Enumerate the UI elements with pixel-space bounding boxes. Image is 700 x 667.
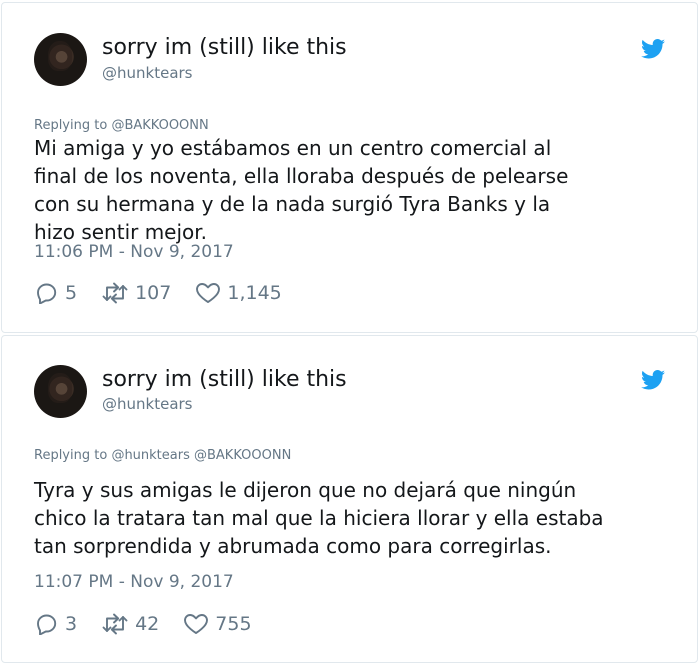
retweet-icon — [102, 282, 128, 304]
reply-icon — [37, 614, 57, 635]
display-name[interactable]: sorry im (still) like this — [102, 367, 347, 392]
tweet-text: Tyra y sus amigas le dijeron que no deja… — [34, 478, 604, 558]
retweet-button[interactable]: 107 — [101, 280, 171, 306]
retweet-button[interactable]: 42 — [101, 611, 159, 637]
tweet-timestamp[interactable]: 11:07 PM - Nov 9, 2017 — [34, 572, 234, 592]
avatar[interactable] — [34, 33, 87, 86]
reply-icon — [37, 283, 57, 304]
tweet-card[interactable]: sorry im (still) like this @hunktears Re… — [1, 335, 698, 663]
tweet-actions: 5 107 1,145 — [34, 280, 306, 306]
reply-mention-link[interactable]: @BAKKOOONN — [111, 118, 208, 133]
replying-prefix: Replying to — [34, 118, 108, 133]
reply-button[interactable]: 3 — [34, 611, 77, 637]
retweet-icon — [102, 613, 128, 635]
retweet-count: 42 — [135, 613, 160, 635]
avatar[interactable] — [34, 365, 87, 418]
heart-icon — [184, 614, 209, 634]
like-button[interactable]: 1,145 — [195, 280, 282, 306]
user-handle[interactable]: @hunktears — [102, 64, 193, 82]
reply-count: 5 — [65, 282, 78, 304]
replying-prefix: Replying to — [34, 448, 108, 463]
display-name[interactable]: sorry im (still) like this — [102, 35, 347, 60]
reply-button[interactable]: 5 — [34, 280, 77, 306]
replying-to: Replying to @hunktears @BAKKOOONN — [34, 448, 291, 463]
reply-count: 3 — [65, 613, 78, 635]
user-handle[interactable]: @hunktears — [102, 395, 193, 413]
like-count: 1,145 — [227, 282, 282, 304]
like-button[interactable]: 755 — [183, 611, 252, 637]
reply-mention-link[interactable]: @hunktears @BAKKOOONN — [111, 448, 291, 463]
twitter-bird-icon[interactable] — [641, 370, 665, 390]
like-count: 755 — [215, 613, 252, 635]
replying-to: Replying to @BAKKOOONN — [34, 118, 209, 133]
heart-icon — [196, 283, 221, 303]
retweet-count: 107 — [135, 282, 172, 304]
tweet-actions: 3 42 755 — [34, 611, 276, 637]
tweet-timestamp[interactable]: 11:06 PM - Nov 9, 2017 — [34, 242, 234, 262]
tweet-text: Mi amiga y yo estábamos en un centro com… — [34, 136, 569, 244]
twitter-bird-icon[interactable] — [641, 39, 665, 59]
tweet-card[interactable]: sorry im (still) like this @hunktears Re… — [1, 2, 698, 333]
